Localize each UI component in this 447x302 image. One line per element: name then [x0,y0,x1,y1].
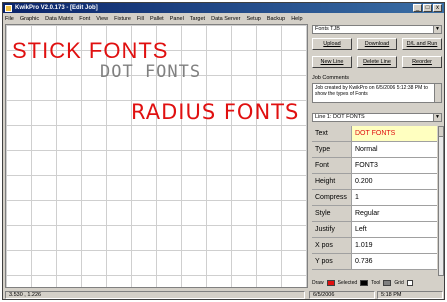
scrollbar-thumb[interactable] [439,127,443,137]
menu-font[interactable]: Font [79,16,90,22]
cursor-coordinates: 3.530 , 1.226 [5,291,305,299]
properties-grid: Text DOT FONTS Type Normal Font FONT3 He… [312,126,437,270]
download-and-run-button[interactable]: D/L and Run [402,38,442,50]
property-name: X pos [312,238,352,253]
menu-pallet[interactable]: Pallet [150,16,164,22]
job-file-select[interactable]: Fonts TJB ▼ [312,25,442,34]
property-value[interactable]: 1.019 [352,238,437,253]
menu-setup[interactable]: Setup [246,16,260,22]
menu-fill[interactable]: Fill [137,16,144,22]
property-row[interactable]: Height 0.200 [312,174,437,190]
menu-file[interactable]: File [5,16,14,22]
draw-color-swatch[interactable] [326,279,335,286]
property-name: Height [312,174,352,189]
tool-color-swatch[interactable] [383,279,392,286]
job-panel: Fonts TJB ▼ Upload Download D/L and Run … [310,24,444,288]
reorder-button[interactable]: Reorder [402,56,442,68]
property-value[interactable]: 0.200 [352,174,437,189]
download-button[interactable]: Download [357,38,397,50]
menu-fixture[interactable]: Fixture [114,16,131,22]
property-row[interactable]: Type Normal [312,142,437,158]
job-comments-text: Job created by KwikPro on 6/5/2006 5:12:… [315,85,428,97]
window-controls: _ □ x [413,4,442,12]
status-bar: 3.530 , 1.226 6/5/2006 5:18 PM [3,290,444,300]
title-bar[interactable]: KwikPro V2.0.173 - [Edit Job] _ □ x [3,3,444,13]
menu-bar: File Graphic Data Matrix Font View Fixtu… [3,14,444,23]
window-title: KwikPro V2.0.173 - [Edit Job] [15,5,98,11]
color-legend: Draw Selected Tool Grid [312,278,444,287]
close-button[interactable]: x [433,4,442,12]
menu-panel[interactable]: Panel [170,16,184,22]
property-name: Compress [312,190,352,205]
property-row[interactable]: Justify Left [312,222,437,238]
radius-fonts-text[interactable]: RADIUS FONTS [131,100,299,124]
property-name: Style [312,206,352,221]
property-row[interactable]: Y pos 0.736 [312,254,437,270]
property-name: Y pos [312,254,352,269]
menu-view[interactable]: View [96,16,108,22]
property-name: Justify [312,222,352,237]
job-comments-label: Job Comments [312,75,349,81]
minimize-button[interactable]: _ [413,4,422,12]
app-icon [5,4,12,12]
property-row[interactable]: Font FONT3 [312,158,437,174]
property-row[interactable]: Compress 1 [312,190,437,206]
property-value[interactable]: 0.736 [352,254,437,269]
comments-scrollbar[interactable] [434,84,441,102]
upload-button[interactable]: Upload [312,38,352,50]
line-select-value: Line 1: DOT FONTS [315,114,365,120]
selected-color-swatch[interactable] [360,279,369,286]
status-date: 6/5/2006 [309,291,375,299]
property-value[interactable]: Left [352,222,437,237]
menu-target[interactable]: Target [190,16,205,22]
property-value[interactable]: 1 [352,190,437,205]
property-value[interactable]: FONT3 [352,158,437,173]
menu-data-server[interactable]: Data Server [211,16,240,22]
property-row[interactable]: Text DOT FONTS [312,126,437,142]
line-select[interactable]: Line 1: DOT FONTS ▼ [312,113,442,122]
delete-line-button[interactable]: Delete Line [357,56,397,68]
property-name: Type [312,142,352,157]
property-row[interactable]: X pos 1.019 [312,238,437,254]
chevron-down-icon[interactable]: ▼ [433,114,441,121]
property-name: Text [312,126,352,141]
menu-graphic[interactable]: Graphic [20,16,39,22]
menu-help[interactable]: Help [291,16,302,22]
menu-backup[interactable]: Backup [267,16,285,22]
dot-fonts-text[interactable]: DOT FONTS [100,62,201,82]
new-line-button[interactable]: New Line [312,56,352,68]
design-canvas[interactable]: STICK FONTS DOT FONTS RADIUS FONTS [5,24,308,288]
property-value[interactable]: Normal [352,142,437,157]
properties-scrollbar[interactable] [438,126,444,276]
selected-label: Selected [337,279,358,286]
job-comments-box[interactable]: Job created by KwikPro on 6/5/2006 5:12:… [312,83,442,103]
grid-checkbox[interactable] [406,279,413,286]
menu-data-matrix[interactable]: Data Matrix [45,16,73,22]
maximize-button[interactable]: □ [423,4,432,12]
property-value[interactable]: Regular [352,206,437,221]
property-name: Font [312,158,352,173]
status-time: 5:18 PM [377,291,443,299]
property-value[interactable]: DOT FONTS [352,126,437,141]
stick-fonts-text[interactable]: STICK FONTS [12,38,168,64]
chevron-down-icon[interactable]: ▼ [433,26,441,33]
grid-label: Grid [394,279,404,286]
app-window: KwikPro V2.0.173 - [Edit Job] _ □ x File… [2,2,445,300]
property-row[interactable]: Style Regular [312,206,437,222]
draw-label: Draw [312,279,324,286]
tool-label: Tool [371,279,381,286]
job-file-value: Fonts TJB [315,26,340,32]
